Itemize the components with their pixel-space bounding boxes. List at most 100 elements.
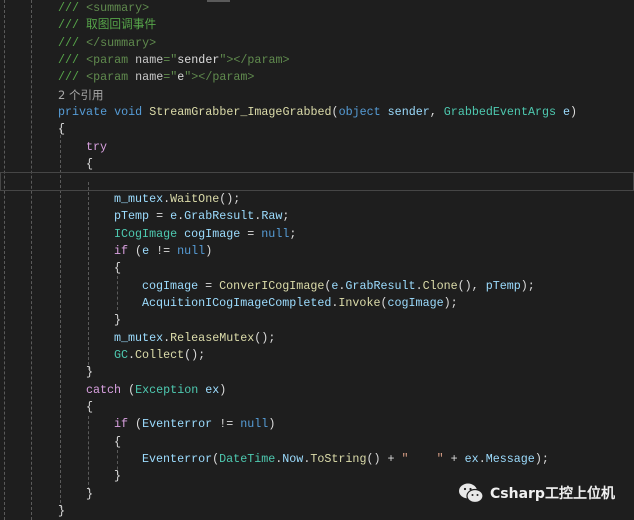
code-token: cogImage (387, 295, 444, 310)
code-line[interactable]: private void StreamGrabber_ImageGrabbed(… (58, 104, 577, 121)
code-line[interactable]: { (114, 260, 121, 277)
code-line[interactable]: if (Eventerror != null) (114, 416, 275, 433)
code-token: { (114, 261, 122, 276)
code-token: ) (219, 382, 227, 397)
code-token: } (114, 313, 122, 328)
code-line[interactable]: ICogImage cogImage = null; (114, 226, 296, 243)
code-token: object (338, 105, 388, 120)
code-token: = (198, 278, 220, 293)
code-token: ( (380, 295, 388, 310)
code-line[interactable]: } (114, 312, 121, 329)
code-line[interactable]: { (86, 399, 93, 416)
code-token: ex (464, 452, 479, 467)
code-token: <param (86, 70, 136, 85)
code-line[interactable]: /// </summary> (58, 35, 156, 52)
code-line[interactable]: { (86, 156, 93, 173)
code-token: void (114, 105, 150, 120)
code-line[interactable]: m_mutex.ReleaseMutex(); (114, 330, 275, 347)
code-line[interactable]: m_mutex.WaitOne(); (114, 191, 240, 208)
code-token: "></param> (219, 53, 290, 68)
code-token: != (149, 243, 178, 258)
code-token: (); (184, 348, 206, 362)
code-line[interactable]: cogImage = ConverICogImage(e.GrabResult.… (142, 278, 535, 295)
code-token: ); (534, 452, 549, 467)
code-token: null (261, 226, 290, 241)
code-token: Invoke (338, 295, 381, 310)
code-token: { (86, 157, 94, 172)
code-token: . (415, 278, 423, 293)
code-line[interactable]: /// <param name="sender"></param> (58, 52, 290, 69)
code-token: } (86, 486, 94, 501)
code-token: } (86, 365, 94, 380)
watermark-text: Csharp工控上位机 (490, 486, 615, 502)
code-line[interactable]: } (86, 486, 93, 503)
code-token: AcquitionICogImageCompleted (142, 295, 332, 310)
code-editor[interactable]: /// <summary>/// 取图回调事件/// </summary>///… (0, 0, 634, 520)
code-token: <param (86, 53, 136, 68)
code-token: ex (205, 382, 220, 397)
code-token: pTemp (485, 278, 521, 293)
code-token: /// (58, 70, 87, 85)
code-token: ReleaseMutex (170, 330, 255, 345)
code-line[interactable]: /// <param name="e"></param> (58, 69, 254, 86)
code-token: GrabResult (184, 209, 255, 224)
code-token: pTemp (114, 209, 150, 224)
code-token: () + (366, 452, 402, 467)
scroll-marker (207, 0, 230, 2)
code-token: e (563, 105, 571, 120)
code-token: { (114, 434, 122, 449)
code-token: ( (135, 417, 143, 432)
code-token: != (212, 417, 241, 432)
code-line[interactable]: try (86, 139, 107, 156)
code-token: Raw (261, 209, 283, 224)
wechat-icon (459, 483, 484, 504)
code-token: Collect (135, 348, 185, 362)
code-token: (); (219, 191, 241, 206)
code-line[interactable]: } (114, 468, 121, 485)
code-token: catch (86, 382, 129, 397)
code-token: GrabbedEventArgs (443, 105, 564, 120)
code-token: { (58, 122, 66, 137)
code-token: Exception (135, 382, 206, 397)
code-line[interactable]: catch (Exception ex) (86, 382, 226, 399)
code-line[interactable]: /// 取图回调事件 (58, 17, 156, 34)
code-token: } (58, 504, 66, 519)
code-token: Now (282, 452, 304, 467)
code-line[interactable]: GC.Collect(); (114, 347, 205, 364)
code-token: 2 个引用 (58, 87, 104, 102)
code-token: ) (570, 105, 578, 120)
code-token: Eventerror (142, 452, 213, 467)
code-token: null (177, 243, 206, 258)
code-line[interactable]: 2 个引用 (58, 87, 103, 104)
code-token: + (443, 452, 465, 467)
code-line[interactable]: } (58, 503, 65, 520)
code-token: ); (443, 295, 458, 310)
code-line[interactable]: { (58, 121, 65, 138)
code-token: ) (268, 417, 276, 432)
code-token: ToString (310, 452, 367, 467)
code-token: ConverICogImage (219, 278, 325, 293)
code-token: (); (254, 330, 276, 345)
code-line[interactable]: AcquitionICogImageCompleted.Invoke(cogIm… (142, 295, 458, 312)
code-token: if (114, 417, 136, 432)
watermark: Csharp工控上位机 (458, 482, 615, 504)
code-token: Clone (422, 278, 458, 293)
code-token: " " (401, 452, 444, 467)
code-line[interactable]: } (86, 364, 93, 381)
code-token: "></param> (184, 70, 255, 85)
code-token: } (114, 469, 122, 484)
code-line[interactable]: pTemp = e.GrabResult.Raw; (114, 208, 289, 225)
code-token: private (58, 105, 115, 120)
code-token: { (86, 400, 94, 415)
code-token: /// 取图回调事件 (58, 18, 157, 33)
code-token: ( (135, 243, 143, 258)
code-line[interactable]: { (114, 434, 121, 451)
code-token: =" (163, 53, 178, 68)
code-token: . (128, 348, 136, 362)
code-line[interactable]: Eventerror(DateTime.Now.ToString() + " "… (142, 451, 549, 468)
code-token: ICogImage (114, 226, 185, 241)
code-line[interactable]: /// <summary> (58, 0, 149, 17)
code-token: = (240, 226, 262, 241)
current-line-highlight (0, 172, 634, 191)
code-line[interactable]: if (e != null) (114, 243, 212, 260)
